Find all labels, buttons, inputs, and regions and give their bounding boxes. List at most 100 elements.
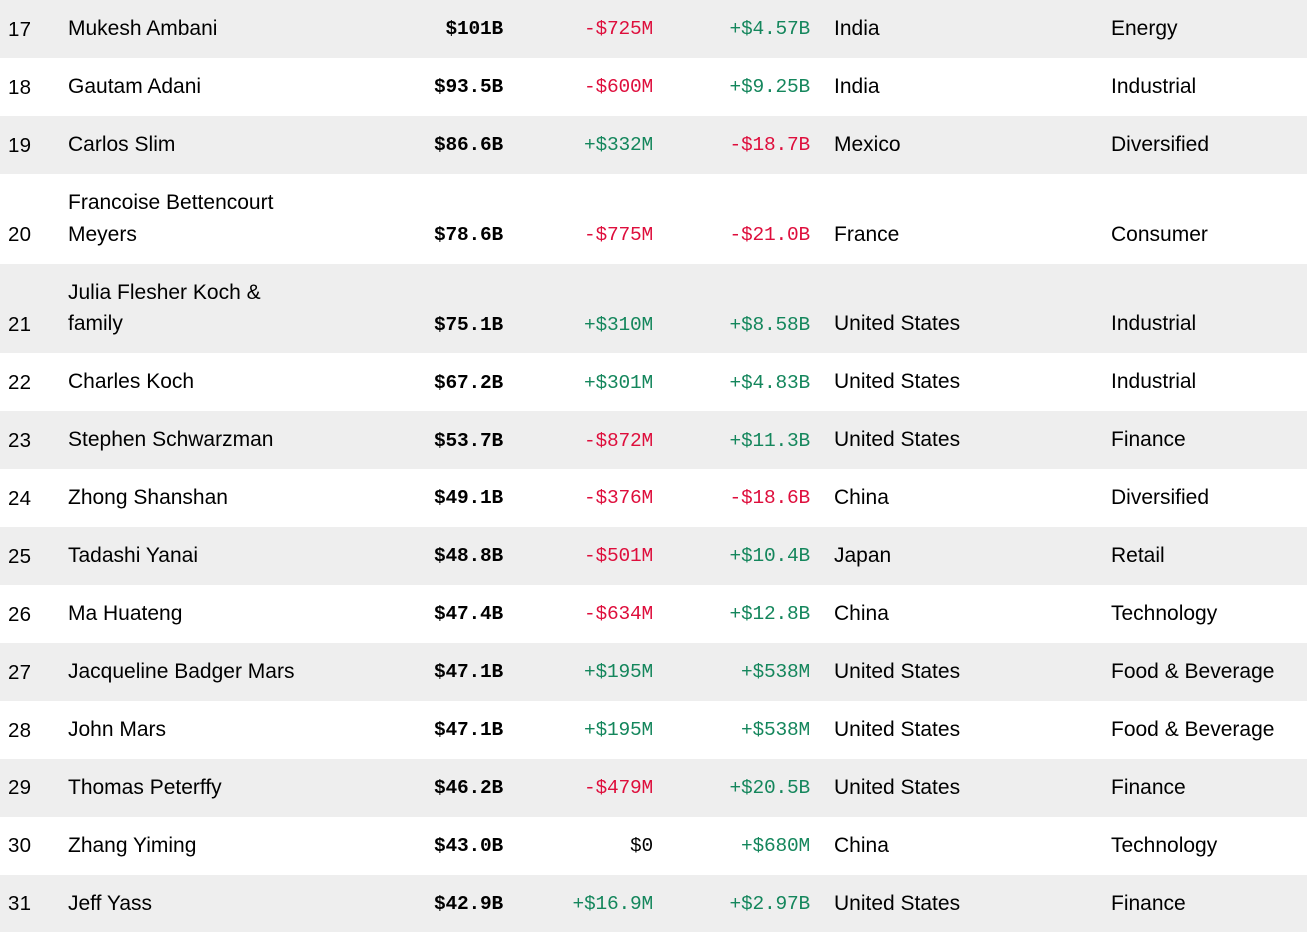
- last-change-cell: -$600M: [505, 58, 655, 116]
- table-row[interactable]: 23Stephen Schwarzman$53.7B-$872M+$11.3BU…: [0, 411, 1307, 469]
- country: United States: [812, 875, 1089, 932]
- last-change-cell: -$872M: [505, 411, 655, 469]
- person-name: John Mars: [68, 701, 313, 759]
- country: India: [812, 0, 1089, 58]
- total-net-worth-cell: $78.6B: [408, 174, 505, 264]
- table-row[interactable]: 31Jeff Yass $42.9B+$16.9M+$2.97BUnited St…: [0, 875, 1307, 932]
- ytd-change-cell: +$2.97B: [655, 875, 812, 932]
- industry: Food & Beverage: [1089, 643, 1307, 701]
- total-net-worth-cell: $75.1B: [408, 264, 505, 354]
- industry: Industrial: [1089, 295, 1307, 353]
- ytd-change: -$18.6B: [655, 471, 812, 527]
- total-net-worth: $43.0B: [408, 819, 505, 875]
- table-row[interactable]: 18Gautam Adani$93.5B-$600M+$9.25BIndiaIn…: [0, 58, 1307, 116]
- industry: Diversified: [1089, 469, 1307, 527]
- last-change-cell: -$479M: [505, 759, 655, 817]
- ytd-change: +$8.58B: [655, 298, 812, 354]
- ytd-change-cell: -$21.0B: [655, 174, 812, 264]
- last-change-cell: +$332M: [505, 116, 655, 174]
- last-change-cell: -$376M: [505, 469, 655, 527]
- country: Japan: [812, 527, 1089, 585]
- total-net-worth: $49.1B: [408, 471, 505, 527]
- last-change-cell: +$301M: [505, 353, 655, 411]
- rank-cell: 20: [0, 174, 68, 264]
- ytd-change: +$11.3B: [655, 414, 812, 470]
- last-change: +$195M: [505, 645, 655, 701]
- last-change: -$725M: [505, 2, 655, 58]
- industry-cell: Finance: [1089, 875, 1307, 932]
- industry-cell: Food & Beverage: [1089, 701, 1307, 759]
- table-row[interactable]: 26Ma Huateng$47.4B-$634M+$12.8BChinaTech…: [0, 585, 1307, 643]
- total-net-worth: $47.4B: [408, 587, 505, 643]
- table-row[interactable]: 24Zhong Shanshan $49.1B-$376M-$18.6BChina…: [0, 469, 1307, 527]
- person-name-cell: Francoise Bettencourt Meyers: [68, 174, 408, 264]
- ytd-change-cell: -$18.6B: [655, 469, 812, 527]
- last-change-cell: -$501M: [505, 527, 655, 585]
- table-row[interactable]: 29Thomas Peterffy$46.2B-$479M+$20.5BUnit…: [0, 759, 1307, 817]
- table-row[interactable]: 17Mukesh Ambani$101B-$725M+$4.57BIndiaEn…: [0, 0, 1307, 58]
- industry: Industrial: [1089, 353, 1307, 411]
- total-net-worth: $47.1B: [408, 645, 505, 701]
- last-change-cell: +$195M: [505, 701, 655, 759]
- ytd-change: +$12.8B: [655, 587, 812, 643]
- table-row[interactable]: 28John Mars$47.1B+$195M+$538MUnited Stat…: [0, 701, 1307, 759]
- rank-cell: 25: [0, 527, 68, 585]
- person-name: Jeff Yass: [68, 875, 313, 932]
- ytd-change-cell: +$11.3B: [655, 411, 812, 469]
- ytd-change-cell: +$8.58B: [655, 264, 812, 354]
- ytd-change-cell: +$4.57B: [655, 0, 812, 58]
- table-row[interactable]: 27Jacqueline Badger Mars$47.1B+$195M+$53…: [0, 643, 1307, 701]
- total-net-worth: $86.6B: [408, 118, 505, 174]
- ytd-change: +$4.83B: [655, 356, 812, 412]
- table-row[interactable]: 21Julia Flesher Koch & family$75.1B+$310…: [0, 264, 1307, 354]
- total-net-worth: $78.6B: [408, 208, 505, 264]
- last-change-cell: -$634M: [505, 585, 655, 643]
- table-row[interactable]: 25Tadashi Yanai$48.8B-$501M+$10.4BJapanR…: [0, 527, 1307, 585]
- rank: 31: [0, 875, 68, 932]
- industry: Finance: [1089, 759, 1307, 817]
- industry-cell: Consumer: [1089, 174, 1307, 264]
- country-cell: China: [812, 469, 1089, 527]
- last-change-cell: +$310M: [505, 264, 655, 354]
- last-change: -$376M: [505, 471, 655, 527]
- last-change: -$479M: [505, 761, 655, 817]
- person-name: Tadashi Yanai: [68, 527, 313, 585]
- industry-cell: Retail: [1089, 527, 1307, 585]
- ytd-change-cell: +$4.83B: [655, 353, 812, 411]
- rank: 24: [0, 470, 68, 527]
- country: United States: [812, 411, 1089, 469]
- total-net-worth-cell: $47.4B: [408, 585, 505, 643]
- last-change: +$332M: [505, 118, 655, 174]
- person-name: Zhong Shanshan: [68, 469, 313, 527]
- person-name-cell: Jeff Yass: [68, 875, 408, 932]
- country: United States: [812, 643, 1089, 701]
- billionaires-index-table: 17Mukesh Ambani$101B-$725M+$4.57BIndiaEn…: [0, 0, 1307, 932]
- last-change-cell: +$16.9M: [505, 875, 655, 932]
- rank: 22: [0, 354, 68, 411]
- last-change: +$195M: [505, 703, 655, 759]
- table-row[interactable]: 19Carlos Slim$86.6B+$332M-$18.7BMexicoDi…: [0, 116, 1307, 174]
- total-net-worth: $47.1B: [408, 703, 505, 759]
- rank-cell: 23: [0, 411, 68, 469]
- industry-cell: Diversified: [1089, 469, 1307, 527]
- country: France: [812, 206, 1089, 264]
- ytd-change-cell: +$9.25B: [655, 58, 812, 116]
- table-row[interactable]: 20Francoise Bettencourt Meyers$78.6B-$77…: [0, 174, 1307, 264]
- rank-cell: 18: [0, 58, 68, 116]
- industry-cell: Finance: [1089, 759, 1307, 817]
- person-name-cell: Ma Huateng: [68, 585, 408, 643]
- total-net-worth: $93.5B: [408, 60, 505, 116]
- total-net-worth-cell: $42.9B: [408, 875, 505, 932]
- person-name: Carlos Slim: [68, 116, 313, 174]
- country-cell: United States: [812, 411, 1089, 469]
- rank: 19: [0, 117, 68, 174]
- last-change-cell: +$195M: [505, 643, 655, 701]
- person-name: Charles Koch: [68, 353, 313, 411]
- table-row[interactable]: 22Charles Koch$67.2B+$301M+$4.83BUnited …: [0, 353, 1307, 411]
- person-name-cell: Tadashi Yanai: [68, 527, 408, 585]
- total-net-worth-cell: $47.1B: [408, 643, 505, 701]
- person-name-cell: John Mars: [68, 701, 408, 759]
- ytd-change: -$21.0B: [655, 208, 812, 264]
- ytd-change: +$2.97B: [655, 877, 812, 932]
- total-net-worth-cell: $46.2B: [408, 759, 505, 817]
